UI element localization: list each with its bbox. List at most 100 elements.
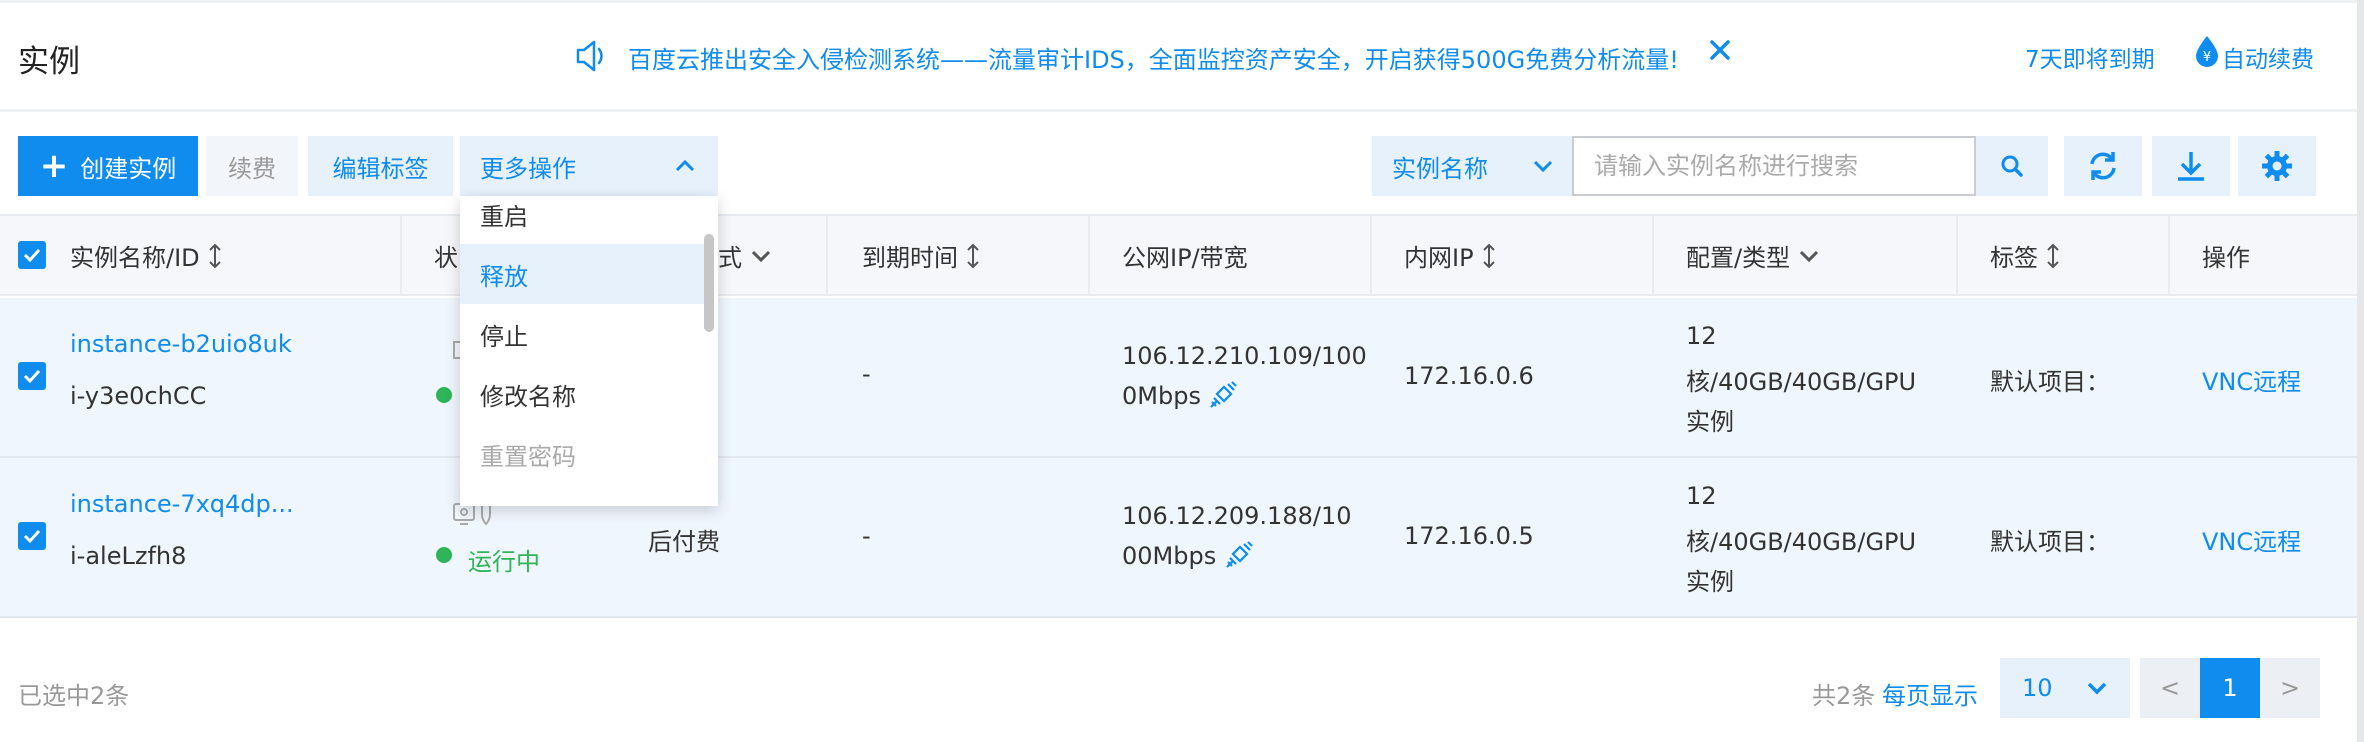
menu-item-restart[interactable]: 重启 bbox=[460, 196, 706, 244]
instance-page: 实例 百度云推出安全入侵检测系统——流量审计IDS，全面监控资产安全，开启获得5… bbox=[0, 0, 2364, 742]
menu-item-reset-password: 重置密码 bbox=[480, 442, 576, 471]
gear-icon bbox=[2262, 151, 2292, 181]
menu-item-stop[interactable]: 停止 bbox=[460, 304, 706, 364]
search-button[interactable] bbox=[1976, 136, 2048, 196]
menu-item-rename[interactable]: 修改名称 bbox=[460, 364, 706, 424]
svg-text:¥: ¥ bbox=[2203, 50, 2211, 65]
column-header-ops: 操作 bbox=[2202, 244, 2250, 272]
create-instance-button[interactable]: + 创建实例 bbox=[18, 136, 198, 196]
more-actions-label: 更多操作 bbox=[480, 154, 576, 183]
column-header-public-ip: 公网IP/带宽 bbox=[1122, 244, 1248, 272]
instance-id: i-aleLzfh8 bbox=[70, 542, 187, 570]
expiring-link[interactable]: 7天即将到期 bbox=[2025, 40, 2155, 74]
next-page-button[interactable]: > bbox=[2260, 658, 2320, 718]
announcement-link[interactable]: 百度云推出安全入侵检测系统——流量审计IDS，全面监控资产安全，开启获得500G… bbox=[628, 40, 1679, 75]
refresh-icon bbox=[2090, 152, 2116, 180]
chevron-down-icon bbox=[1533, 160, 1553, 173]
window-edge bbox=[2357, 0, 2364, 742]
search-input[interactable] bbox=[1572, 136, 1976, 196]
edit-tags-button[interactable]: 编辑标签 bbox=[308, 136, 453, 196]
select-all-checkbox[interactable] bbox=[18, 241, 46, 269]
status-dot bbox=[436, 547, 452, 563]
column-divider bbox=[400, 216, 402, 294]
status-dot bbox=[436, 387, 452, 403]
expire-time: - bbox=[862, 360, 871, 388]
download-icon bbox=[2178, 152, 2204, 181]
download-button[interactable] bbox=[2152, 136, 2230, 196]
chevron-up-icon bbox=[675, 159, 695, 172]
search-field-label: 实例名称 bbox=[1392, 154, 1488, 183]
settings-button[interactable] bbox=[2238, 136, 2316, 196]
column-header-status[interactable]: 状 bbox=[434, 238, 458, 273]
sort-icon bbox=[967, 243, 979, 268]
column-header-private-ip[interactable]: 内网IP bbox=[1404, 238, 1496, 273]
tag-value: 默认项目： bbox=[1990, 528, 2110, 556]
column-expire-label: 到期时间 bbox=[862, 244, 958, 272]
per-page-label: 每页显示 bbox=[1882, 682, 1978, 710]
config-line3: 实例 bbox=[1686, 408, 1734, 436]
sort-icon bbox=[1482, 243, 1495, 268]
more-actions-button[interactable]: 更多操作 bbox=[460, 136, 718, 196]
column-header-pay-mode[interactable]: 式 bbox=[718, 238, 772, 273]
column-divider bbox=[2168, 216, 2170, 294]
column-divider bbox=[1956, 216, 1958, 294]
config-line3: 实例 bbox=[1686, 568, 1734, 596]
renew-button[interactable]: 续费 bbox=[206, 136, 298, 196]
check-icon bbox=[23, 248, 41, 263]
public-ip-line1: 106.12.210.109/100 bbox=[1122, 342, 1367, 370]
refresh-button[interactable] bbox=[2064, 136, 2142, 196]
vnc-remote-link[interactable]: VNC远程 bbox=[2202, 522, 2301, 557]
private-ip: 172.16.0.5 bbox=[1404, 522, 1534, 550]
speaker-icon bbox=[576, 40, 603, 72]
satellite-icon[interactable] bbox=[1224, 538, 1256, 570]
column-header-name[interactable]: 实例名称/ID bbox=[70, 238, 222, 273]
column-config-label: 配置/类型 bbox=[1686, 244, 1791, 272]
satellite-icon[interactable] bbox=[1208, 378, 1240, 410]
tag-value: 默认项目： bbox=[1990, 368, 2110, 396]
page-size-select[interactable]: 10 bbox=[2000, 658, 2130, 718]
chevron-down-icon bbox=[751, 250, 771, 262]
column-divider bbox=[826, 216, 828, 294]
column-header-config[interactable]: 配置/类型 bbox=[1686, 238, 1820, 273]
config-line1: 12 bbox=[1686, 322, 1717, 350]
instance-name-link[interactable]: instance-b2uio8uk bbox=[70, 330, 292, 358]
page-size-value: 10 bbox=[2022, 674, 2053, 702]
config-line2: 核/40GB/40GB/GPU bbox=[1686, 528, 1917, 556]
prev-page-button[interactable]: < bbox=[2140, 658, 2200, 718]
config-line2: 核/40GB/40GB/GPU bbox=[1686, 368, 1917, 396]
page-1-button[interactable]: 1 bbox=[2200, 658, 2260, 718]
page-title: 实例 bbox=[18, 44, 80, 80]
drop-yen-icon: ¥ bbox=[2196, 36, 2218, 67]
more-actions-menu: 重启 释放 停止 修改名称 重置密码 bbox=[460, 196, 718, 506]
pay-mode: 后付费 bbox=[648, 528, 720, 556]
column-name-label: 实例名称/ID bbox=[70, 244, 200, 272]
column-divider bbox=[1088, 216, 1090, 294]
public-ip-line2: 0Mbps bbox=[1122, 382, 1201, 410]
private-ip: 172.16.0.6 bbox=[1404, 362, 1534, 390]
column-tags-label: 标签 bbox=[1990, 244, 2038, 272]
vnc-remote-link[interactable]: VNC远程 bbox=[2202, 362, 2301, 397]
close-icon[interactable] bbox=[1706, 36, 1734, 64]
column-divider bbox=[1370, 216, 1372, 294]
search-field-select[interactable]: 实例名称 bbox=[1372, 136, 1572, 196]
column-private-ip-label: 内网IP bbox=[1404, 244, 1474, 272]
sort-icon bbox=[2047, 243, 2059, 268]
expire-time: - bbox=[862, 522, 871, 550]
auto-renew-link[interactable]: 自动续费 bbox=[2222, 40, 2314, 74]
check-icon bbox=[23, 369, 41, 384]
instance-name-link[interactable]: instance-7xq4dp... bbox=[70, 490, 294, 518]
column-header-tags[interactable]: 标签 bbox=[1990, 238, 2060, 273]
column-header-expire[interactable]: 到期时间 bbox=[862, 238, 980, 273]
chevron-down-icon bbox=[2087, 682, 2107, 695]
create-instance-label: 创建实例 bbox=[80, 154, 177, 183]
column-pay-mode-label: 式 bbox=[718, 244, 742, 272]
check-icon bbox=[23, 529, 41, 544]
total-count: 共2条 bbox=[1812, 682, 1876, 710]
plus-icon: + bbox=[39, 146, 69, 186]
menu-scrollbar[interactable] bbox=[704, 234, 714, 332]
row-checkbox[interactable] bbox=[18, 362, 46, 390]
row-checkbox[interactable] bbox=[18, 522, 46, 550]
sort-icon bbox=[208, 243, 221, 268]
instance-id: i-y3e0chCC bbox=[70, 382, 207, 410]
menu-item-release[interactable]: 释放 bbox=[460, 244, 706, 304]
